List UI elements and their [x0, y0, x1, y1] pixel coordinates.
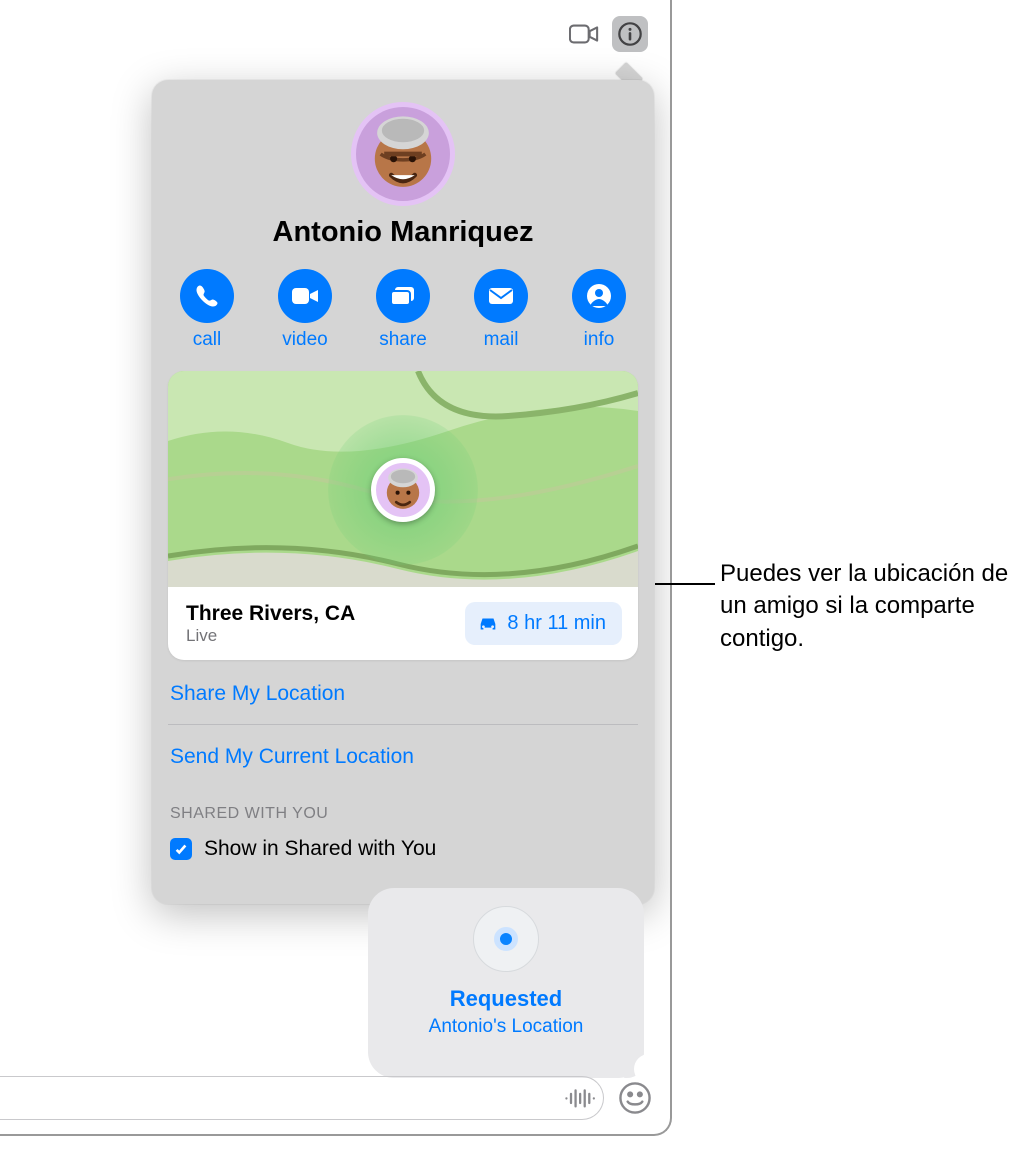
shared-with-you-row[interactable]: Show in Shared with You [152, 827, 654, 871]
video-button[interactable]: video [278, 269, 332, 351]
location-request-bubble[interactable]: Requested Antonio's Location [368, 888, 644, 1078]
car-icon [477, 615, 499, 633]
messages-window: Antonio Manriquez call video share mail … [0, 0, 672, 1136]
contact-details-popover: Antonio Manriquez call video share mail … [152, 80, 654, 904]
info-button[interactable]: info [572, 269, 626, 351]
message-input[interactable] [0, 1076, 604, 1120]
video-label: video [282, 329, 327, 351]
facetime-button[interactable] [566, 16, 602, 52]
checkmark-icon [174, 842, 188, 856]
waveform-icon [563, 1087, 595, 1110]
location-card[interactable]: Three Rivers, CA Live 8 hr 11 min [168, 371, 638, 660]
call-label: call [193, 329, 222, 351]
location-status: Live [186, 626, 355, 646]
directions-eta-button[interactable]: 8 hr 11 min [465, 602, 622, 645]
shared-with-you-header: SHARED WITH YOU [152, 787, 654, 827]
screen-share-icon [389, 282, 417, 310]
share-button[interactable]: share [376, 269, 430, 351]
map-footer: Three Rivers, CA Live 8 hr 11 min [168, 587, 638, 660]
compose-bar [0, 1070, 670, 1126]
smile-icon [618, 1081, 652, 1115]
video-icon [291, 282, 319, 310]
location-placename: Three Rivers, CA [186, 601, 355, 626]
memoji-avatar-icon [356, 107, 450, 201]
call-button[interactable]: call [180, 269, 234, 351]
details-info-button[interactable] [612, 16, 648, 52]
location-pin [371, 458, 435, 522]
memoji-avatar-icon [376, 463, 430, 517]
callout-leader-line [655, 583, 715, 585]
callout-text: Puedes ver la ubicación de un amigo si l… [720, 558, 1010, 655]
conversation-toolbar [544, 0, 670, 68]
phone-icon [193, 282, 221, 310]
contact-action-row: call video share mail info [152, 269, 654, 371]
person-circle-icon [585, 282, 613, 310]
contact-avatar [351, 102, 455, 206]
shared-with-you-label: Show in Shared with You [204, 837, 436, 861]
emoji-picker-button[interactable] [618, 1081, 652, 1115]
shared-with-you-checkbox[interactable] [170, 838, 192, 860]
bubble-subtitle: Antonio's Location [429, 1016, 584, 1038]
share-my-location-link[interactable]: Share My Location [152, 660, 654, 724]
mail-label: mail [484, 329, 519, 351]
envelope-icon [487, 282, 515, 310]
audio-message-button[interactable] [563, 1082, 595, 1114]
send-current-location-link[interactable]: Send My Current Location [152, 725, 654, 787]
mail-button[interactable]: mail [474, 269, 528, 351]
map-view[interactable] [168, 371, 638, 587]
share-label: share [379, 329, 427, 351]
info-label: info [584, 329, 615, 351]
eta-text: 8 hr 11 min [507, 612, 606, 634]
location-dot-icon [473, 906, 539, 972]
bubble-title: Requested [450, 986, 562, 1012]
contact-name: Antonio Manriquez [152, 216, 654, 249]
